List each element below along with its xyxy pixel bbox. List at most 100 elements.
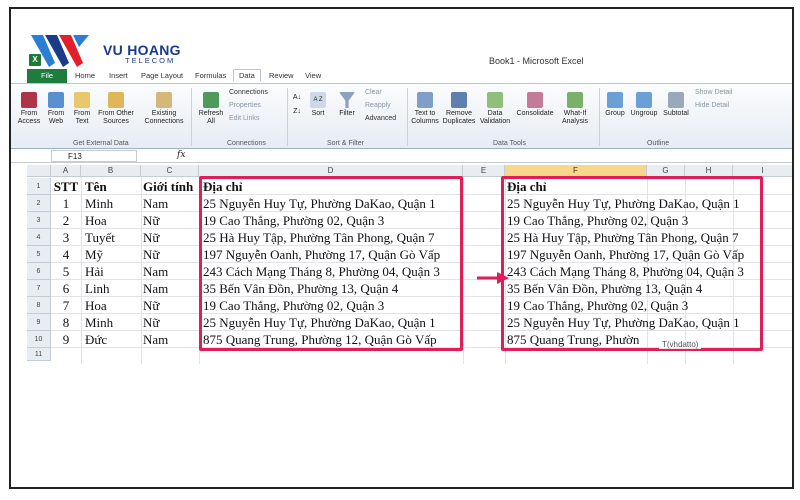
tab-formulas[interactable]: Formulas (195, 71, 226, 80)
cell-ten[interactable]: Hoa (85, 212, 141, 229)
cell-stt[interactable]: 1 (51, 195, 81, 212)
cell-ten[interactable]: Hoa (85, 297, 141, 314)
column-header-c[interactable]: C (141, 165, 199, 177)
column-header-b[interactable]: B (81, 165, 141, 177)
cell-gioi-tinh[interactable]: Nữ (143, 297, 199, 314)
tab-page-layout[interactable]: Page Layout (141, 71, 183, 80)
properties-button[interactable]: Properties (229, 102, 261, 109)
group-icon (607, 92, 623, 108)
other-sources-icon (108, 92, 124, 108)
cell-stt[interactable]: 8 (51, 314, 81, 331)
row-header[interactable]: 5 (27, 246, 51, 263)
cell-stt[interactable]: 4 (51, 246, 81, 263)
cell-ten[interactable]: Minh (85, 314, 141, 331)
header-cell-stt[interactable]: STT (51, 178, 81, 195)
from-other-sources-button[interactable]: From Other Sources (95, 92, 137, 126)
cell-gioi-tinh[interactable]: Nam (143, 195, 199, 212)
column-header-e[interactable]: E (463, 165, 505, 177)
tab-data[interactable]: Data (233, 69, 261, 81)
header-cell-gioi-tinh[interactable]: Giới tính (143, 178, 199, 195)
from-text-label: From Text (73, 110, 91, 125)
group-data-tools: Data Tools (493, 140, 526, 147)
filter-button[interactable]: Filter (335, 92, 359, 118)
web-icon (48, 92, 64, 108)
remove-duplicates-button[interactable]: Remove Duplicates (441, 92, 477, 126)
cell-stt[interactable]: 9 (51, 331, 81, 348)
cell-stt[interactable]: 6 (51, 280, 81, 297)
advanced-button[interactable]: Advanced (365, 115, 396, 122)
refresh-all-label: Refresh All (198, 110, 224, 125)
cell-gioi-tinh[interactable]: Nam (143, 263, 199, 280)
cell-gioi-tinh[interactable]: Nữ (143, 229, 199, 246)
logo-sub-text: TELECOM (125, 56, 176, 65)
header-cell-ten[interactable]: Tên (85, 178, 141, 195)
refresh-all-button[interactable]: Refresh All (197, 92, 225, 126)
cell-ten[interactable]: Minh (85, 195, 141, 212)
tab-home[interactable]: Home (75, 71, 95, 80)
column-header-a[interactable]: A (51, 165, 81, 177)
group-button[interactable]: Group (603, 92, 627, 118)
from-access-button[interactable]: From Access (15, 92, 43, 126)
refresh-icon (203, 92, 219, 108)
row-header[interactable]: 11 (27, 348, 51, 361)
text-to-columns-button[interactable]: Text to Columns (409, 92, 441, 126)
row-header[interactable]: 4 (27, 229, 51, 246)
edit-links-button[interactable]: Edit Links (229, 115, 259, 122)
from-text-button[interactable]: From Text (69, 92, 95, 126)
ungroup-icon (636, 92, 652, 108)
tab-view[interactable]: View (305, 71, 321, 80)
tab-review[interactable]: Review (269, 71, 294, 80)
what-if-analysis-button[interactable]: What-If Analysis (557, 92, 593, 126)
cell-ten[interactable]: Linh (85, 280, 141, 297)
data-validation-icon (487, 92, 503, 108)
sort-az-icon[interactable]: A↓ Z↓ (291, 94, 303, 116)
row-header[interactable]: 1 (27, 178, 51, 195)
from-web-button[interactable]: From Web (43, 92, 69, 126)
subtotal-button[interactable]: Subtotal (661, 92, 691, 118)
existing-connections-button[interactable]: Existing Connections (141, 92, 187, 126)
reapply-button[interactable]: Reapply (365, 102, 391, 109)
row-header[interactable]: 9 (27, 314, 51, 331)
row-header[interactable]: 10 (27, 331, 51, 348)
cell-ten[interactable]: Tuyết (85, 229, 141, 246)
select-all-corner[interactable] (27, 165, 51, 177)
row-header[interactable]: 2 (27, 195, 51, 212)
clear-button[interactable]: Clear (365, 89, 382, 96)
right-arrow-icon (477, 272, 509, 284)
cell-gioi-tinh[interactable]: Nữ (143, 314, 199, 331)
what-if-label: What-If Analysis (561, 110, 589, 125)
row-header[interactable]: 7 (27, 280, 51, 297)
connections-button[interactable]: Connections (229, 89, 268, 96)
show-detail-button[interactable]: Show Detail (695, 89, 732, 96)
row-header[interactable]: 6 (27, 263, 51, 280)
cell-stt[interactable]: 2 (51, 212, 81, 229)
grid-line (81, 177, 82, 364)
cell-gioi-tinh[interactable]: Nữ (143, 212, 199, 229)
ungroup-button[interactable]: Ungroup (629, 92, 659, 118)
worksheet: A B C D E F G H I 1 2 3 4 5 6 7 8 9 10 1… (11, 165, 792, 487)
fx-icon[interactable]: fx (177, 150, 185, 160)
row-header[interactable]: 3 (27, 212, 51, 229)
cell-gioi-tinh[interactable]: Nam (143, 280, 199, 297)
cell-stt[interactable]: 7 (51, 297, 81, 314)
cell-ten[interactable]: Đức (85, 331, 141, 348)
sort-button[interactable]: A Z Sort (307, 92, 329, 118)
remove-duplicates-icon (451, 92, 467, 108)
row-header[interactable]: 8 (27, 297, 51, 314)
tab-insert[interactable]: Insert (109, 71, 128, 80)
cell-stt[interactable]: 3 (51, 229, 81, 246)
name-box[interactable]: F13 (51, 150, 137, 162)
excel-app-icon[interactable]: X (29, 54, 41, 66)
grid-line (141, 177, 142, 364)
data-validation-button[interactable]: Data Validation (477, 92, 513, 126)
tab-file[interactable]: File (27, 69, 67, 83)
cell-ten[interactable]: Mỹ (85, 246, 141, 263)
consolidate-button[interactable]: Consolidate (515, 92, 555, 118)
watermark-overlay: T(vhdatto) (659, 340, 702, 349)
cell-ten[interactable]: Hải (85, 263, 141, 280)
formula-bar: F13 fx (11, 149, 792, 163)
hide-detail-button[interactable]: Hide Detail (695, 102, 729, 109)
cell-stt[interactable]: 5 (51, 263, 81, 280)
cell-gioi-tinh[interactable]: Nữ (143, 246, 199, 263)
cell-gioi-tinh[interactable]: Nam (143, 331, 199, 348)
